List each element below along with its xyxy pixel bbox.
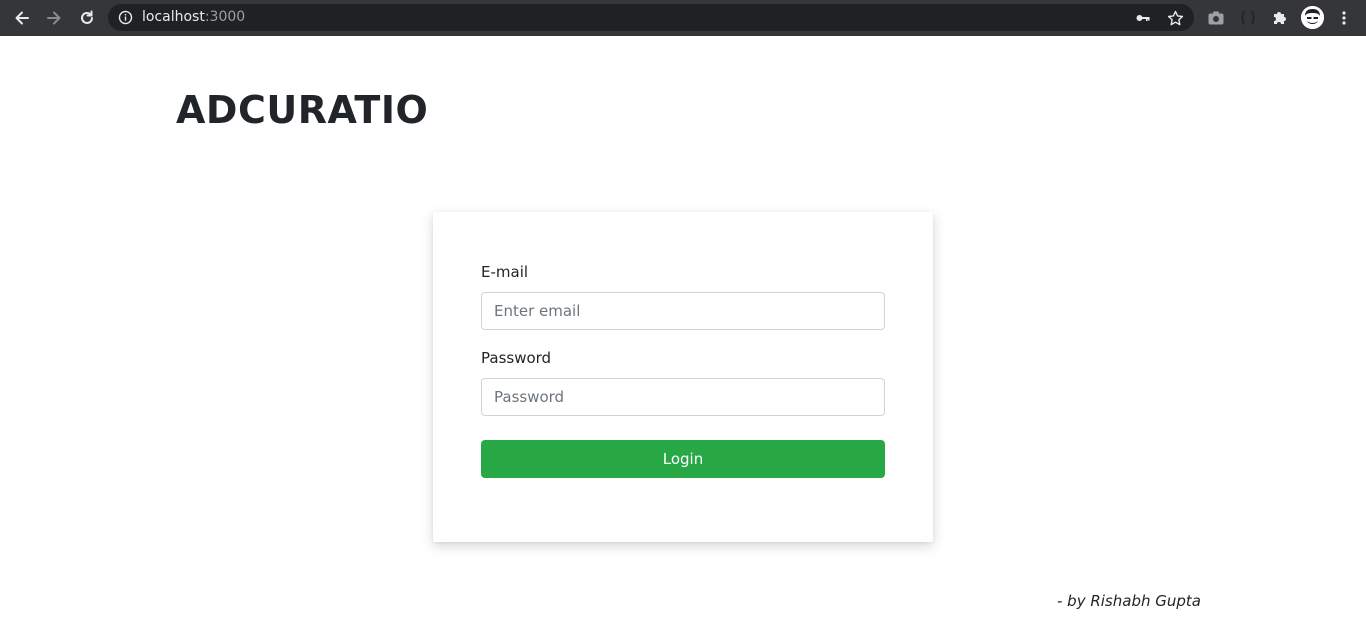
info-icon[interactable] bbox=[118, 10, 133, 25]
login-card: E-mail Password Login bbox=[433, 212, 933, 542]
url-text[interactable]: localhost:3000 bbox=[142, 9, 245, 26]
url-host: localhost bbox=[142, 9, 205, 25]
camera-icon[interactable] bbox=[1205, 7, 1227, 29]
star-icon[interactable] bbox=[1166, 9, 1184, 27]
email-field[interactable] bbox=[481, 292, 885, 330]
email-label: E-mail bbox=[481, 263, 529, 281]
avatar[interactable] bbox=[1301, 6, 1324, 29]
forward-arrow-icon[interactable] bbox=[42, 6, 66, 30]
url-port: :3000 bbox=[204, 9, 246, 25]
password-label: Password bbox=[481, 349, 552, 367]
braces-icon[interactable] bbox=[1237, 7, 1259, 29]
puzzle-icon[interactable] bbox=[1269, 7, 1291, 29]
key-icon[interactable] bbox=[1134, 9, 1152, 27]
back-arrow-icon[interactable] bbox=[10, 6, 34, 30]
address-bar[interactable]: localhost:3000 bbox=[108, 4, 1194, 31]
reload-icon[interactable] bbox=[75, 6, 99, 30]
author-credit: - by Rishabh Gupta bbox=[1057, 592, 1201, 610]
password-field[interactable] bbox=[481, 378, 885, 416]
kebab-menu-icon[interactable] bbox=[1333, 7, 1355, 29]
brand-title: ADCURATIO bbox=[176, 88, 429, 132]
login-button[interactable]: Login bbox=[481, 440, 885, 478]
browser-toolbar: localhost:3000 bbox=[0, 0, 1366, 36]
